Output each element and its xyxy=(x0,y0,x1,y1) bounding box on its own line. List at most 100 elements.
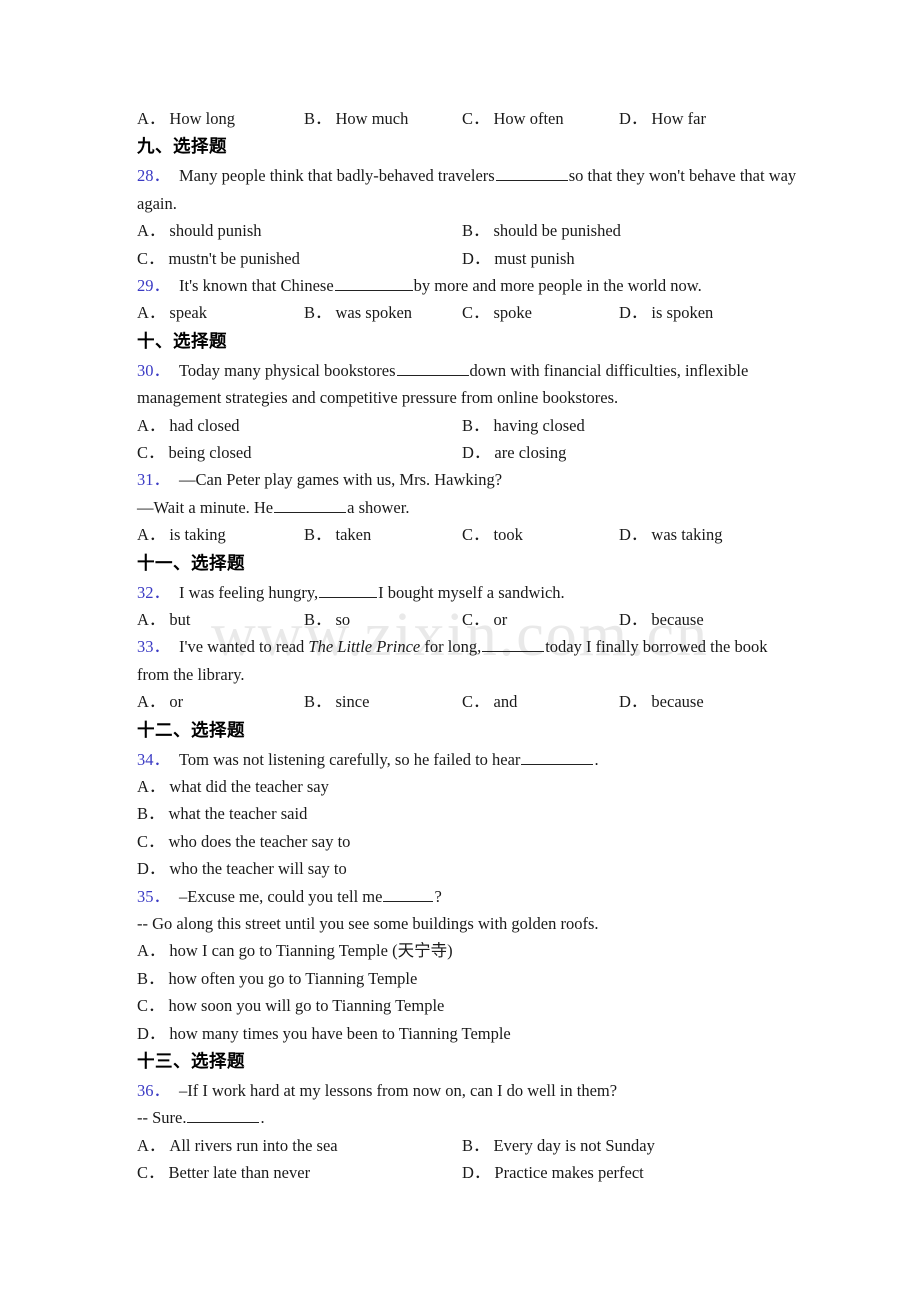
option-text: All rivers run into the sea xyxy=(169,1135,338,1155)
question-stem: 29 It's known that Chinese by more and mor… xyxy=(137,272,780,299)
option-d[interactable]: Dbecause xyxy=(619,606,704,633)
stem-text: —Can Peter play games with us, Mrs. Hawk… xyxy=(179,470,503,490)
option-a[interactable]: AAll rivers run into the sea xyxy=(137,1132,338,1159)
answer-blank[interactable] xyxy=(274,496,347,513)
stem-text: -- Sure. xyxy=(137,1108,187,1128)
section-heading-13: 十三、选择题 xyxy=(137,1052,245,1073)
stem-text-cont: . xyxy=(260,1108,265,1128)
option-d[interactable]: Dbecause xyxy=(619,688,704,715)
option-d[interactable]: Dwho the teacher will say to xyxy=(137,855,780,882)
option-b[interactable]: Btaken xyxy=(304,521,371,548)
option-c[interactable]: Cbeing closed xyxy=(137,439,251,466)
option-a[interactable]: Ashould punish xyxy=(137,217,262,244)
option-row: Cmustn't be punished Dmust punish xyxy=(137,245,780,272)
option-c[interactable]: CHow often xyxy=(462,105,564,132)
option-c[interactable]: Cspoke xyxy=(462,299,532,326)
option-text: should be punished xyxy=(493,221,621,241)
answer-blank[interactable] xyxy=(383,885,434,902)
option-text: was spoken xyxy=(335,303,413,323)
option-label: A xyxy=(137,221,165,240)
option-c[interactable]: Cmustn't be punished xyxy=(137,245,300,272)
option-a[interactable]: Ahad closed xyxy=(137,412,240,439)
option-text: but xyxy=(169,609,191,629)
option-label: A xyxy=(137,941,165,960)
option-label: A xyxy=(137,1136,165,1155)
option-d[interactable]: Dhow many times you have been to Tiannin… xyxy=(137,1020,780,1047)
option-d[interactable]: DPractice makes perfect xyxy=(462,1159,644,1186)
option-c[interactable]: CBetter late than never xyxy=(137,1159,310,1186)
option-text: Practice makes perfect xyxy=(494,1163,644,1183)
option-a[interactable]: Aspeak xyxy=(137,299,207,326)
option-d[interactable]: DHow far xyxy=(619,105,706,132)
option-a[interactable]: AHow long xyxy=(137,105,235,132)
option-row: CBetter late than never DPractice makes … xyxy=(137,1159,780,1186)
option-label: C xyxy=(137,443,165,462)
answer-blank[interactable] xyxy=(187,1107,260,1124)
option-label: B xyxy=(304,303,332,322)
option-b[interactable]: Bshould be punished xyxy=(462,217,621,244)
section-heading-12: 十二、选择题 xyxy=(137,720,245,741)
option-b[interactable]: Bwhat the teacher said xyxy=(137,800,780,827)
option-text: How far xyxy=(651,109,706,128)
option-label: D xyxy=(619,692,647,711)
option-c[interactable]: Cand xyxy=(462,688,517,715)
option-b[interactable]: Bsince xyxy=(304,688,369,715)
option-d[interactable]: Dis spoken xyxy=(619,299,713,326)
option-a[interactable]: Awhat did the teacher say xyxy=(137,773,780,800)
option-b[interactable]: Bso xyxy=(304,606,350,633)
stem-text: Tom was not listening carefully, so he f… xyxy=(179,749,521,769)
answer-blank[interactable] xyxy=(396,359,469,376)
answer-blank[interactable] xyxy=(482,636,545,653)
option-d[interactable]: Dare closing xyxy=(462,439,566,466)
question-number: 35 xyxy=(137,887,170,906)
option-label: D xyxy=(619,303,647,322)
option-label: B xyxy=(304,109,332,128)
option-text: since xyxy=(335,692,370,712)
option-a[interactable]: Ais taking xyxy=(137,521,226,548)
option-text: should punish xyxy=(169,221,262,241)
option-a[interactable]: Abut xyxy=(137,606,191,633)
option-label: D xyxy=(619,610,647,629)
option-b[interactable]: BEvery day is not Sunday xyxy=(462,1132,655,1159)
option-text: what the teacher said xyxy=(168,804,308,824)
option-text: speak xyxy=(169,303,207,323)
question-stem: 36 –If I work hard at my lessons from now… xyxy=(137,1077,780,1104)
option-row: AAll rivers run into the sea BEvery day … xyxy=(137,1132,780,1159)
answer-blank[interactable] xyxy=(319,581,378,598)
option-d[interactable]: Dwas taking xyxy=(619,521,722,548)
answer-blank[interactable] xyxy=(521,748,594,765)
option-c[interactable]: Ctook xyxy=(462,521,523,548)
stem-text-cont: so that they won't behave that way xyxy=(568,166,797,186)
option-c[interactable]: Cor xyxy=(462,606,507,633)
option-a[interactable]: Aor xyxy=(137,688,183,715)
option-row: Ahad closed Bhaving closed xyxy=(137,412,780,439)
option-label: B xyxy=(462,221,490,240)
option-b[interactable]: Bhow often you go to Tianning Temple xyxy=(137,965,780,992)
question-number: 29 xyxy=(137,276,170,295)
question-stem: 31 —Can Peter play games with us, Mrs. Ha… xyxy=(137,466,780,493)
option-text: was taking xyxy=(651,525,723,545)
option-text: How often xyxy=(493,109,564,128)
question-number: 30 xyxy=(137,361,170,380)
answer-blank[interactable] xyxy=(334,274,413,291)
option-a[interactable]: Ahow I can go to Tianning Temple (天宁寺) xyxy=(137,937,780,964)
option-c[interactable]: Chow soon you will go to Tianning Temple xyxy=(137,992,780,1019)
option-c[interactable]: Cwho does the teacher say to xyxy=(137,828,780,855)
question-stem: 30 Today many physical bookstores down wit… xyxy=(137,357,780,384)
option-b[interactable]: Bhaving closed xyxy=(462,412,585,439)
question-stem-line2: -- Sure.. xyxy=(137,1104,780,1131)
option-b[interactable]: BHow much xyxy=(304,105,408,132)
question-35: 35 –Excuse me, could you tell me? -- Go a… xyxy=(137,883,780,1047)
option-b[interactable]: Bwas spoken xyxy=(304,299,412,326)
stem-text: Many people think that badly-behaved tra… xyxy=(179,166,495,186)
answer-blank[interactable] xyxy=(495,165,568,182)
option-label: C xyxy=(462,109,490,128)
question-number: 32 xyxy=(137,583,170,602)
option-text: so xyxy=(335,609,351,629)
option-text: having closed xyxy=(493,415,585,435)
option-label: B xyxy=(137,969,165,988)
option-label: B xyxy=(304,692,332,711)
option-label: B xyxy=(137,804,165,823)
option-d[interactable]: Dmust punish xyxy=(462,245,575,272)
option-label: A xyxy=(137,416,165,435)
